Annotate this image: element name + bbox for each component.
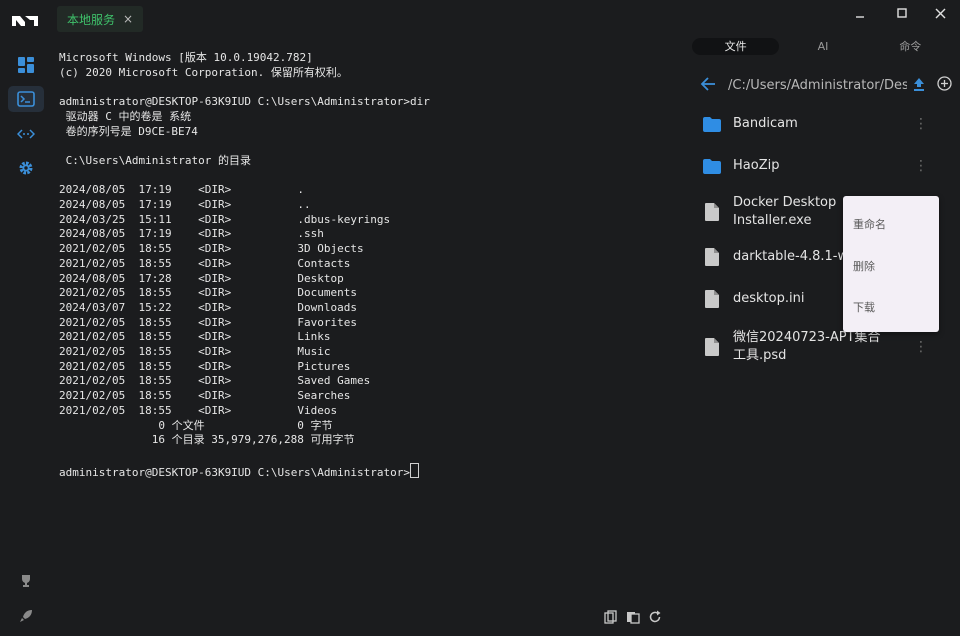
tab-ai[interactable]: AI [779,38,866,55]
app-logo [12,16,38,26]
terminal-cursor [410,462,419,478]
file-name: HaoZip [733,158,780,173]
close-icon[interactable] [931,6,949,20]
file-icon [702,338,722,356]
terminal-line: 2024/03/25 15:11 <DIR> .dbus-keyrings [59,212,391,226]
terminal-line: 2021/02/05 18:55 <DIR> Documents [59,286,358,300]
terminal-line: 2024/03/07 15:22 <DIR> Downloads [59,300,358,314]
terminal-line: 卷的序列号是 D9CE-BE74 [59,124,198,138]
more-vertical-icon[interactable]: ⋮ [914,117,928,131]
tab-title: 本地服务 [67,12,116,27]
file-name: Bandicam [733,116,798,131]
menu-item-rename[interactable]: 重命名 [853,216,886,232]
tab-files[interactable]: 文件 [692,38,780,55]
paste-icon[interactable] [626,609,640,628]
terminal-line: 2021/02/05 18:55 <DIR> Contacts [59,256,351,270]
terminal-line: 2024/08/05 17:19 <DIR> . [59,183,305,197]
minimize-icon[interactable] [851,6,869,20]
terminal-line [59,139,679,154]
panel-tabs: 文件 AI 命令 [692,38,954,55]
back-arrow-icon[interactable] [700,76,716,95]
trophy-icon[interactable] [17,572,35,590]
copy-icon[interactable] [604,609,618,628]
terminal-line: 16 个目录 35,979,276,288 可用字节 [59,433,355,447]
context-menu: 重命名 删除 下载 [843,196,939,332]
terminal-line: 2024/08/05 17:19 <DIR> .ssh [59,227,324,241]
terminal-line: (c) 2020 Microsoft Corporation. 保留所有权利。 [59,65,348,79]
terminal-line: 2021/02/05 18:55 <DIR> Music [59,345,331,359]
path-bar: /C:/Users/Administrator/Des [700,74,952,96]
terminal-line: 2021/02/05 18:55 <DIR> Favorites [59,315,358,329]
dashboard-icon[interactable] [16,55,36,75]
terminal-toolbar [604,609,662,628]
refresh-icon[interactable] [648,609,662,628]
terminal-output[interactable]: Microsoft Windows [版本 10.0.19042.782] (c)… [59,51,679,491]
maximize-icon[interactable] [893,6,911,20]
file-name: darktable-4.8.1-wi [733,249,843,264]
file-name: 微信20240723-APT集合工具.psd [733,330,881,363]
terminal-line: 2024/08/05 17:28 <DIR> Desktop [59,271,344,285]
upload-icon[interactable] [913,76,925,95]
file-icon [702,248,722,266]
settings-icon[interactable] [16,158,36,178]
file-row[interactable]: HaoZip ⋮ [702,157,942,175]
terminal-line: 2021/02/05 18:55 <DIR> Searches [59,389,351,403]
sidebar [0,0,52,636]
terminal-line: 2024/08/05 17:19 <DIR> .. [59,198,311,212]
tab-local-service[interactable]: 本地服务 × [57,6,144,32]
tab-commands[interactable]: 命令 [867,38,954,55]
terminal-line [59,80,679,95]
terminal-line: Microsoft Windows [版本 10.0.19042.782] [59,51,313,64]
file-name: desktop.ini [733,291,805,306]
path-text[interactable]: /C:/Users/Administrator/Des [728,78,907,93]
terminal-line: C:\Users\Administrator 的目录 [59,153,251,167]
folder-icon [702,115,722,133]
terminal-line: 2021/02/05 18:55 <DIR> Links [59,330,331,344]
terminal-line: 2021/02/05 18:55 <DIR> Videos [59,403,338,417]
tab-close-icon[interactable]: × [123,12,133,26]
menu-item-delete[interactable]: 删除 [853,258,875,274]
file-icon [702,290,722,308]
transfer-icon[interactable] [16,124,36,144]
more-vertical-icon[interactable]: ⋮ [914,340,928,354]
file-row[interactable]: Bandicam ⋮ [702,115,942,133]
rocket-icon[interactable] [17,607,35,625]
file-row[interactable]: 微信20240723-APT集合工具.psd ⋮ [702,329,942,365]
terminal-line: 驱动器 C 中的卷是 系统 [59,109,192,123]
terminal-line [59,169,679,184]
terminal-line: 2021/02/05 18:55 <DIR> Pictures [59,359,351,373]
add-icon[interactable] [937,75,952,95]
terminal-prompt-line: administrator@DESKTOP-63K9IUD C:\Users\A… [59,462,679,481]
file-icon [702,203,722,221]
terminal-lines: Microsoft Windows [版本 10.0.19042.782] (c)… [59,51,679,463]
terminal-line: 2021/02/05 18:55 <DIR> 3D Objects [59,242,364,256]
folder-icon [702,157,722,175]
terminal-line: 0 个文件 0 字节 [59,418,333,432]
terminal-line: administrator@DESKTOP-63K9IUD C:\Users\A… [59,95,430,109]
terminal-line [59,448,679,463]
terminal-icon[interactable] [8,86,44,112]
file-name: Docker Desktop Installer.exe [733,195,837,228]
terminal-line: 2021/02/05 18:55 <DIR> Saved Games [59,374,371,388]
terminal-prompt: administrator@DESKTOP-63K9IUD C:\Users\A… [59,465,410,479]
more-vertical-icon[interactable]: ⋮ [914,159,928,173]
file-panel: 文件 AI 命令 /C:/Users/Administrator/Des Ban… [692,36,960,636]
menu-item-download[interactable]: 下载 [853,299,875,315]
